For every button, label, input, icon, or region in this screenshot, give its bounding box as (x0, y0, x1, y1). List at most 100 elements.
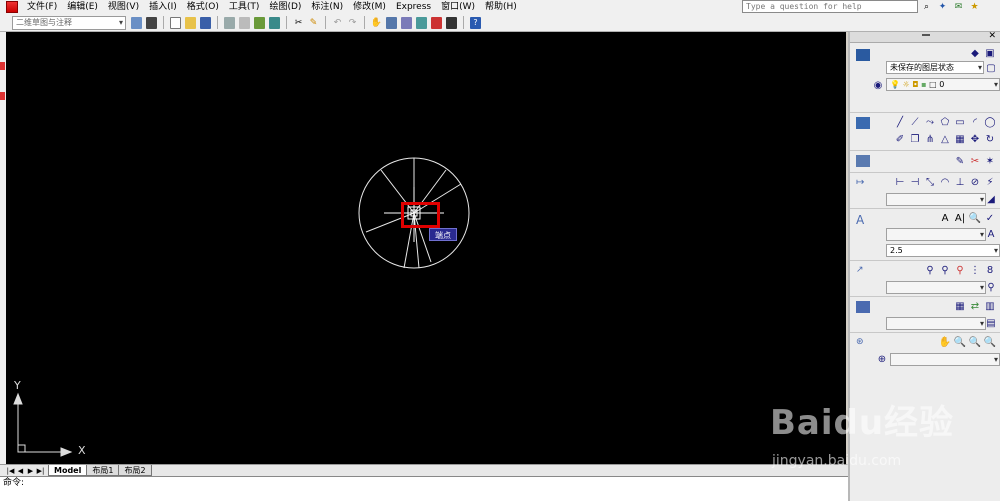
single-line-text-icon[interactable]: A| (954, 212, 966, 224)
calculator-icon[interactable] (445, 16, 458, 29)
favorites-icon[interactable]: ★ (968, 1, 981, 13)
leader-style-icon[interactable]: ⚲ (985, 281, 997, 293)
leader-style-select[interactable]: ▾ (886, 281, 986, 294)
last-tab-icon[interactable]: ▶| (36, 467, 45, 475)
line-icon[interactable]: ╱ (894, 116, 906, 128)
workspace-settings-icon[interactable] (130, 16, 143, 29)
polygon-icon[interactable]: ⬠ (939, 116, 951, 128)
array-icon[interactable]: ▦ (954, 133, 966, 145)
find-text-icon[interactable]: 🔍 (969, 212, 981, 224)
explode-icon[interactable]: ✶ (984, 155, 996, 167)
add-leader-icon[interactable]: ⚲ (939, 264, 951, 276)
tab-layout1[interactable]: 布局1 (86, 465, 120, 476)
construction-line-icon[interactable]: ⟋ (909, 116, 921, 128)
polyline-icon[interactable]: ⤳ (924, 116, 936, 128)
zoom-window-icon[interactable]: 🔍 (954, 336, 966, 348)
table-link-icon[interactable]: ⇄ (969, 300, 981, 312)
pan-icon[interactable]: ✋ (370, 17, 383, 29)
tool-palettes-icon[interactable] (415, 16, 428, 29)
save-icon[interactable] (199, 16, 212, 29)
arc-icon[interactable]: ◜ (969, 116, 981, 128)
align-leader-icon[interactable]: ⋮ (969, 264, 981, 276)
menu-draw[interactable]: 绘图(D) (264, 0, 306, 14)
rectangle-icon[interactable]: ▭ (954, 116, 966, 128)
trim-icon[interactable]: ✂ (969, 155, 981, 167)
sheet-set-icon[interactable] (430, 16, 443, 29)
close-icon[interactable]: ✕ (988, 31, 996, 41)
dim-style-icon[interactable]: ◢ (985, 193, 997, 205)
3d-dwf-icon[interactable] (268, 16, 281, 29)
arc-length-icon[interactable]: ◠ (939, 176, 951, 188)
copy-icon[interactable]: ❐ (909, 133, 921, 145)
layer-select[interactable]: 💡 ☼ ◘ ▪ □ 0 ▾ (886, 78, 1000, 91)
properties-icon[interactable] (385, 16, 398, 29)
first-tab-icon[interactable]: |◀ (6, 467, 15, 475)
offset-icon[interactable]: △ (939, 133, 951, 145)
stretch-icon[interactable]: ✎ (954, 155, 966, 167)
layer-state-icon[interactable]: ▣ (984, 47, 996, 59)
undo-icon[interactable]: ↶ (331, 17, 344, 29)
extract-data-icon[interactable]: ▥ (984, 300, 996, 312)
layer-restore-icon[interactable]: ▢ (985, 62, 997, 74)
ordinate-dim-icon[interactable]: ⊥ (954, 176, 966, 188)
layer-state-select[interactable]: 未保存的图层状态 ▾ (886, 61, 984, 74)
menu-modify[interactable]: 修改(M) (348, 0, 391, 14)
continue-dim-icon[interactable]: ⊣ (909, 176, 921, 188)
tab-model[interactable]: Model (48, 465, 88, 476)
menu-file[interactable]: 文件(F) (22, 0, 62, 14)
menu-insert[interactable]: 插入(I) (144, 0, 182, 14)
new-file-icon[interactable] (169, 16, 182, 29)
text-style-select[interactable]: ▾ (886, 228, 986, 241)
radius-dim-icon[interactable]: ⊘ (969, 176, 981, 188)
workspace-select[interactable]: 二维草图与注释 (12, 15, 126, 30)
communication-icon[interactable]: ✉ (952, 1, 965, 13)
panel-grip[interactable] (922, 34, 930, 36)
quick-dim-icon[interactable]: ⚡ (984, 176, 996, 188)
subscription-icon[interactable]: ✦ (936, 1, 949, 13)
rotate-icon[interactable]: ↻ (984, 133, 996, 145)
prev-tab-icon[interactable]: ◀ (16, 467, 25, 475)
text-height-select[interactable]: 2.5 ▾ (886, 244, 1000, 257)
drawing-canvas[interactable]: 端点 Y X (6, 32, 846, 464)
menu-dimension[interactable]: 标注(N) (306, 0, 348, 14)
table-style-select[interactable]: ▾ (886, 317, 986, 330)
zoom-previous-icon[interactable]: 🔍 (969, 336, 981, 348)
match-properties-icon[interactable]: ✎ (307, 17, 320, 29)
next-tab-icon[interactable]: ▶ (26, 467, 35, 475)
menu-tools[interactable]: 工具(T) (224, 0, 265, 14)
pan-realtime-icon[interactable]: ✋ (939, 336, 951, 348)
workspace-save-icon[interactable] (145, 16, 158, 29)
linear-dim-icon[interactable]: ⊢ (894, 176, 906, 188)
menu-view[interactable]: 视图(V) (103, 0, 144, 14)
search-icon[interactable]: ⌕ (920, 1, 933, 13)
mirror-icon[interactable]: ⋔ (924, 133, 936, 145)
mtext-icon[interactable]: A (939, 212, 951, 224)
view-select[interactable]: ▾ (890, 353, 1000, 366)
command-line[interactable]: 命令: (0, 476, 848, 501)
menu-format[interactable]: 格式(O) (182, 0, 224, 14)
collect-leader-icon[interactable]: 8 (984, 264, 996, 276)
zoom-extents-icon[interactable]: 🔍 (984, 336, 996, 348)
remove-leader-icon[interactable]: ⚲ (954, 264, 966, 276)
cut-icon[interactable]: ✂ (292, 17, 305, 29)
open-file-icon[interactable] (184, 16, 197, 29)
plot-preview-icon[interactable] (238, 16, 251, 29)
text-style-icon[interactable]: A (985, 228, 997, 240)
insert-table-icon[interactable]: ▦ (954, 300, 966, 312)
tab-layout2[interactable]: 布局2 (118, 465, 152, 476)
layer-properties-icon[interactable]: ◆ (969, 47, 981, 59)
erase-icon[interactable]: ✐ (894, 133, 906, 145)
spell-check-icon[interactable]: ✓ (984, 212, 996, 224)
plot-icon[interactable] (223, 16, 236, 29)
circle-icon[interactable]: ◯ (984, 116, 996, 128)
menu-edit[interactable]: 编辑(E) (62, 0, 103, 14)
menu-express[interactable]: Express (391, 0, 436, 14)
move-icon[interactable]: ✥ (969, 133, 981, 145)
help-search-input[interactable]: Type a question for help (742, 0, 918, 13)
autocad-app-icon[interactable] (6, 1, 18, 13)
aligned-dim-icon[interactable]: ⤡ (924, 176, 936, 188)
dim-style-select[interactable]: ▾ (886, 193, 986, 206)
make-current-icon[interactable]: ◉ (872, 79, 884, 91)
views-icon[interactable]: ⊕ (876, 353, 888, 365)
redo-icon[interactable]: ↷ (346, 17, 359, 29)
